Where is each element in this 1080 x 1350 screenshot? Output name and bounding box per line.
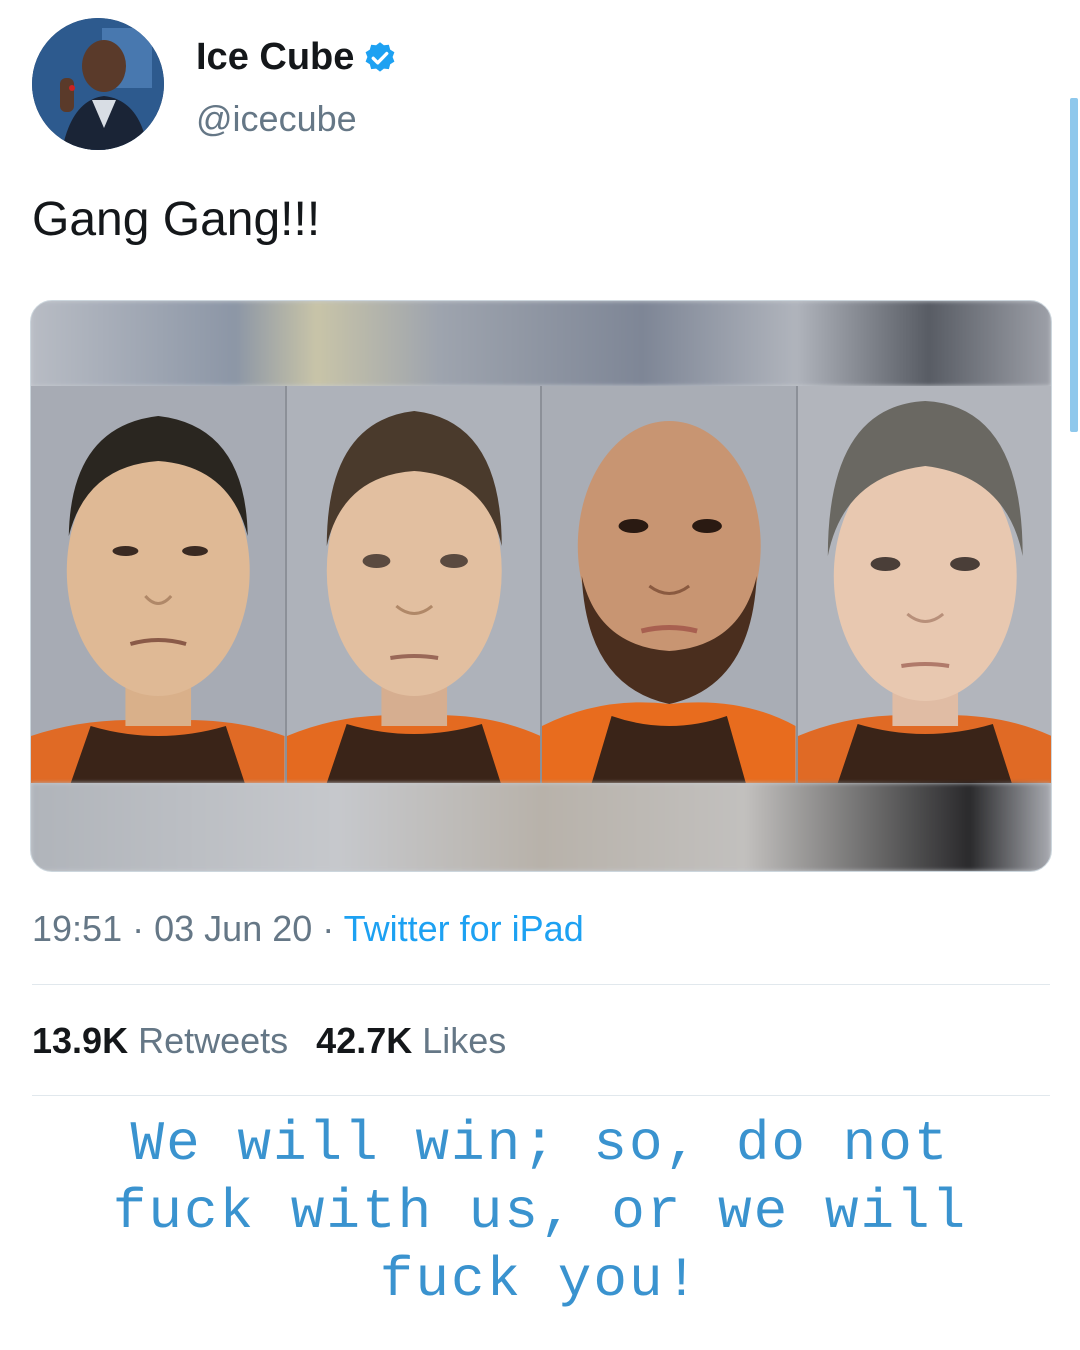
tweet-text: Gang Gang!!! [32, 193, 321, 246]
caption-line: We will win; so, do not [130, 1112, 950, 1176]
blurred-background-bottom [31, 783, 1051, 871]
divider [32, 984, 1050, 985]
tweet-stats: 13.9K Retweets 42.7K Likes [32, 1020, 506, 1062]
mugshot-2 [284, 386, 540, 783]
story-caption: We will win; so, do not fuck with us, or… [40, 1110, 1040, 1314]
mugshot-1 [31, 386, 285, 783]
scrollbar[interactable] [1070, 98, 1078, 432]
tweet-meta: 19:51 · 03 Jun 20 · Twitter for iPad [32, 908, 584, 950]
retweets-count: 13.9K [32, 1020, 129, 1061]
verified-badge-icon [365, 41, 395, 72]
meta-separator: · [322, 908, 335, 949]
author-name[interactable]: Ice Cube [196, 36, 398, 79]
retweets-label: Retweets [138, 1020, 289, 1061]
tweet-source-link[interactable]: Twitter for iPad [344, 908, 584, 949]
caption-line: fuck you! [379, 1248, 701, 1312]
meta-separator: · [132, 908, 145, 949]
mugshot-4 [795, 386, 1051, 783]
tweet-time: 19:51 [32, 908, 123, 949]
divider [32, 1095, 1050, 1096]
caption-line: fuck with us, or we will [112, 1180, 968, 1244]
mugshot-row [31, 386, 1051, 783]
avatar[interactable] [32, 18, 164, 150]
tweet-media-image[interactable] [30, 300, 1052, 872]
author-handle[interactable]: @icecube [196, 98, 357, 140]
retweets-stat[interactable]: 13.9K Retweets [32, 1020, 288, 1061]
tweet-date[interactable]: 03 Jun 20 [154, 908, 312, 949]
tweet-header: Ice Cube @icecube [32, 18, 932, 158]
likes-label: Likes [422, 1020, 507, 1061]
likes-stat[interactable]: 42.7K Likes [316, 1020, 506, 1061]
likes-count: 42.7K [316, 1020, 413, 1061]
blurred-background-top [31, 301, 1051, 386]
mugshot-3 [540, 386, 796, 783]
author-name-text: Ice Cube [196, 36, 355, 78]
